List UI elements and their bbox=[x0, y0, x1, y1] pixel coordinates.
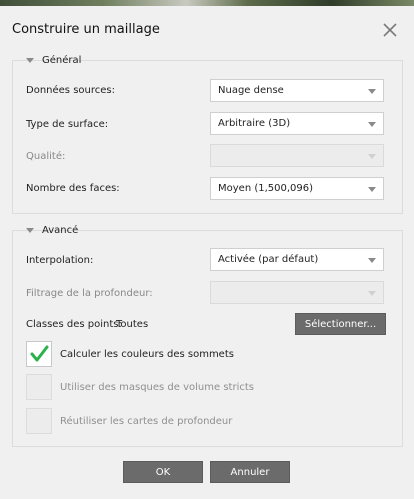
strict-volume-masks-label: Utiliser des masques de volume stricts bbox=[60, 382, 254, 393]
reuse-depth-maps-label: Réutiliser les cartes de profondeur bbox=[60, 416, 233, 427]
checkmark-icon bbox=[30, 345, 49, 362]
general-section-title: Général bbox=[42, 54, 82, 66]
face-count-value: Moyen (1,500,096) bbox=[218, 183, 314, 194]
face-count-label: Nombre des faces: bbox=[26, 183, 120, 194]
ok-button[interactable]: OK bbox=[123, 461, 203, 483]
collapse-triangle-icon bbox=[26, 228, 34, 233]
depth-filtering-dropdown bbox=[210, 281, 384, 304]
close-icon[interactable] bbox=[380, 20, 400, 40]
surface-type-label: Type de surface: bbox=[26, 119, 109, 130]
vertex-colors-label: Calculer les couleurs des sommets bbox=[60, 349, 234, 360]
chevron-down-icon bbox=[368, 187, 376, 192]
chevron-down-icon bbox=[368, 122, 376, 127]
chevron-down-icon bbox=[368, 89, 376, 94]
quality-label: Qualité: bbox=[26, 151, 66, 162]
interpolation-label: Interpolation: bbox=[26, 255, 94, 266]
source-data-value: Nuage dense bbox=[218, 85, 284, 96]
surface-type-dropdown[interactable]: Arbitraire (3D) bbox=[210, 112, 384, 135]
source-data-dropdown[interactable]: Nuage dense bbox=[210, 79, 384, 102]
advanced-section-title: Avancé bbox=[42, 224, 79, 236]
point-classes-value: Toutes bbox=[116, 319, 149, 330]
background-window-strip bbox=[0, 0, 414, 6]
interpolation-dropdown[interactable]: Activée (par défaut) bbox=[210, 248, 384, 271]
chevron-down-icon bbox=[368, 291, 376, 296]
chevron-down-icon bbox=[368, 154, 376, 159]
select-classes-button[interactable]: Sélectionner... bbox=[295, 313, 386, 335]
strict-volume-masks-checkbox bbox=[26, 374, 52, 400]
vertex-colors-checkbox[interactable] bbox=[26, 341, 52, 367]
chevron-down-icon bbox=[368, 258, 376, 263]
face-count-dropdown[interactable]: Moyen (1,500,096) bbox=[210, 177, 384, 200]
surface-type-value: Arbitraire (3D) bbox=[218, 118, 291, 129]
dialog-title: Construire un maillage bbox=[12, 22, 160, 37]
reuse-depth-maps-checkbox bbox=[26, 408, 52, 434]
interpolation-value: Activée (par défaut) bbox=[218, 254, 319, 265]
point-classes-label: Classes des points: bbox=[26, 319, 122, 330]
cancel-button[interactable]: Annuler bbox=[210, 461, 290, 483]
collapse-triangle-icon bbox=[26, 58, 34, 63]
quality-dropdown bbox=[210, 144, 384, 167]
advanced-section-header[interactable]: Avancé bbox=[12, 223, 212, 237]
depth-filtering-label: Filtrage de la profondeur: bbox=[26, 288, 153, 299]
source-data-label: Données sources: bbox=[26, 85, 115, 96]
general-section-header[interactable]: Général bbox=[12, 53, 212, 67]
